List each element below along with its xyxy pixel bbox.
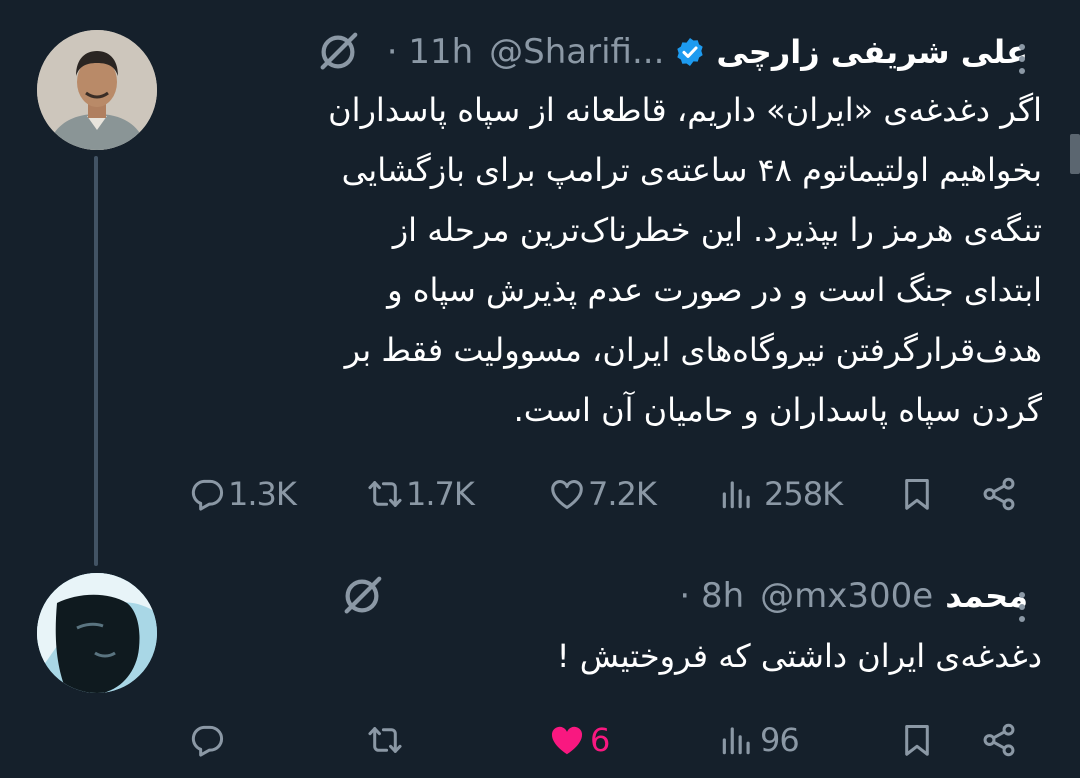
avatar[interactable] xyxy=(37,573,157,693)
bookmark-icon xyxy=(898,721,936,759)
views-button[interactable]: 258K xyxy=(718,470,843,518)
heart-icon xyxy=(548,475,586,513)
views-button[interactable]: 96 xyxy=(718,716,800,764)
share-button[interactable] xyxy=(980,470,1018,518)
repost-button[interactable] xyxy=(366,716,406,764)
view-count: 96 xyxy=(760,721,800,759)
share-icon xyxy=(980,475,1018,513)
reply-button[interactable]: 1.3K xyxy=(188,470,297,518)
reply-author-handle[interactable]: @mx300e xyxy=(760,576,933,616)
scrollbar[interactable] xyxy=(1070,134,1080,174)
like-button[interactable]: 6 xyxy=(548,716,610,764)
reply-author-name[interactable]: محمد xyxy=(945,577,1028,615)
reply-count: 1.3K xyxy=(228,475,297,513)
repost-icon xyxy=(366,721,404,759)
reply-icon xyxy=(188,721,226,759)
tweet-text-line: هدف‌قرارگرفتن نیروگاه‌های ایران، مسوولیت… xyxy=(344,331,1042,369)
reply-button[interactable] xyxy=(188,716,228,764)
reply-timestamp[interactable]: · 8h xyxy=(679,576,744,616)
avatar[interactable] xyxy=(37,30,157,150)
heart-filled-icon xyxy=(548,721,586,759)
author-handle[interactable]: @Sharifi... xyxy=(489,32,664,72)
author-name[interactable]: علی شریفی زارچی xyxy=(716,33,1028,71)
tweet-text-line: گردن سپاه پاسداران و حامیان آن است. xyxy=(513,391,1042,429)
more-options-button[interactable] xyxy=(1018,586,1026,628)
share-button[interactable] xyxy=(980,716,1018,764)
like-count: 7.2K xyxy=(588,475,657,513)
like-count: 6 xyxy=(590,721,610,759)
bookmark-button[interactable] xyxy=(898,716,936,764)
grok-icon[interactable] xyxy=(339,573,385,619)
author-photo-image xyxy=(37,30,157,150)
tweet-text-line: تنگه‌ی هرمز را بپذیرد. این خطرناک‌ترین م… xyxy=(392,211,1042,249)
tweet-text: اگر دغدغه‌ی «ایران» داریم، قاطعانه از سپ… xyxy=(202,80,1042,440)
reply-header: محمد @mx300e · 8h xyxy=(339,568,1028,624)
tweet-text-line: اگر دغدغه‌ی «ایران» داریم، قاطعانه از سپ… xyxy=(328,91,1042,129)
reply-author-photo-image xyxy=(37,573,157,693)
more-icon xyxy=(1019,44,1025,50)
view-count: 258K xyxy=(764,475,843,513)
bookmark-icon xyxy=(898,475,936,513)
tweet-text-line: بخواهیم اولتیماتوم ۴۸ ساعته‌ی ترامپ برای… xyxy=(341,151,1042,189)
tweet-text-line: ابتدای جنگ است و در صورت عدم پذیرش سپاه … xyxy=(387,271,1042,309)
repost-button[interactable]: 1.7K xyxy=(366,470,475,518)
tweet-header: علی شریفی زارچی @Sharifi... · 11h xyxy=(315,24,1028,80)
repost-icon xyxy=(366,475,404,513)
like-button[interactable]: 7.2K xyxy=(548,470,657,518)
reply-action-bar: 6 96 xyxy=(188,716,1036,764)
views-icon xyxy=(718,475,756,513)
bookmark-button[interactable] xyxy=(898,470,936,518)
views-icon xyxy=(718,721,756,759)
repost-count: 1.7K xyxy=(406,475,475,513)
share-icon xyxy=(980,721,1018,759)
verified-badge-icon xyxy=(677,38,704,66)
tweet-action-bar: 1.3K 1.7K 7.2K 258K xyxy=(188,470,1036,518)
reply-text: دغدغه‌ی ایران داشتی که فروختیش ! xyxy=(556,637,1042,675)
more-options-button[interactable] xyxy=(1018,38,1026,80)
reply-icon xyxy=(188,475,226,513)
tweet-timestamp[interactable]: · 11h xyxy=(387,32,473,72)
thread-connector-line xyxy=(94,156,98,566)
grok-icon[interactable] xyxy=(315,29,361,75)
more-icon xyxy=(1019,592,1025,598)
